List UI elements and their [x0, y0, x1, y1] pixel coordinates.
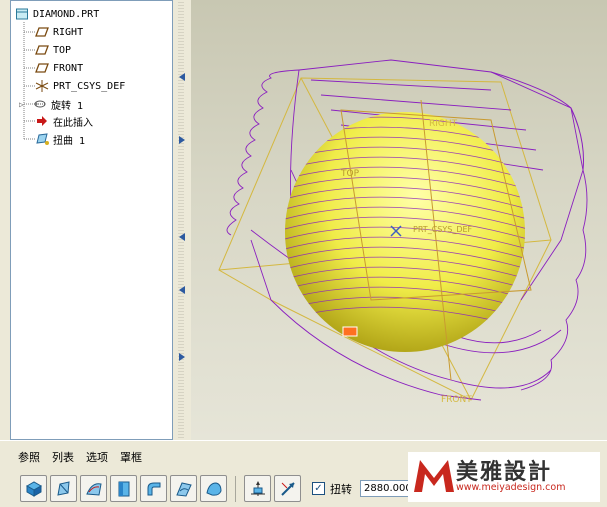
splitter-arrow-icon[interactable] — [178, 285, 186, 295]
stretch-tool-icon — [118, 481, 129, 496]
model-graphics: RIGHT FRONT TOP PRT_CSYS_DEF — [218, 59, 588, 405]
tree-item-label: PRT_CSYS_DEF — [53, 80, 126, 92]
warp-tool-button[interactable] — [50, 475, 77, 502]
sculpt-tool-icon — [205, 481, 222, 496]
graphics-viewport[interactable]: RIGHT FRONT TOP PRT_CSYS_DEF — [191, 0, 607, 440]
splitter-arrow-icon[interactable] — [178, 352, 186, 362]
twist-checkbox[interactable]: ✓ 扭转 — [312, 481, 352, 497]
twist-tool-icon — [175, 481, 192, 497]
warp-toolbar: ✓ 扭转 — [20, 475, 418, 502]
tree-item-top[interactable]: TOP — [35, 42, 71, 58]
tree-root-part[interactable]: DIAMOND.PRT — [15, 6, 99, 22]
expand-arrow-icon[interactable]: ▷ — [19, 100, 29, 109]
logo-url: www.meiyadesign.com — [456, 482, 566, 493]
transform-tool-icon — [25, 480, 42, 497]
datum-plane-icon — [35, 25, 49, 39]
tree-item-label: 旋转 1 — [51, 100, 84, 112]
tree-item-label: FRONT — [53, 62, 84, 74]
bend-tool-button[interactable] — [140, 475, 167, 502]
stretch-tool-button[interactable] — [110, 475, 137, 502]
splitter-grip[interactable] — [178, 0, 184, 440]
tree-item-insert-here[interactable]: 在此插入 — [35, 113, 93, 129]
label-top-plane: TOP — [340, 169, 360, 179]
tree-item-label: TOP — [53, 44, 72, 56]
warp-tool-icon — [56, 480, 70, 496]
tab-references[interactable]: 参照 — [18, 449, 40, 465]
pane-splitter[interactable] — [173, 0, 191, 440]
insert-here-arrow-icon — [35, 114, 49, 128]
coordinate-system-icon — [35, 79, 49, 93]
tree-item-label: RIGHT — [53, 26, 84, 38]
tree-item-revolve[interactable]: ▷ 旋转 1 — [19, 96, 83, 112]
splitter-arrow-icon[interactable] — [178, 72, 186, 82]
tab-list[interactable]: 列表 — [52, 449, 74, 465]
label-front-plane: FRONT — [441, 395, 472, 405]
tab-options[interactable]: 选项 — [86, 449, 108, 465]
tree-item-warp[interactable]: 扭曲 1 — [35, 131, 85, 147]
bend-tool-icon — [147, 482, 160, 495]
dashboard-tabs: 参照 列表 选项 罩框 — [18, 449, 142, 465]
transform-tool-button[interactable] — [20, 475, 47, 502]
tree-root-label: DIAMOND.PRT — [33, 8, 100, 20]
spine-tool-icon — [85, 482, 102, 496]
tree-item-label: 在此插入 — [53, 117, 93, 129]
splitter-arrow-icon[interactable] — [178, 135, 186, 145]
spine-tool-button[interactable] — [80, 475, 107, 502]
tree-item-csys[interactable]: PRT_CSYS_DEF — [35, 78, 125, 94]
logo-mark-icon — [414, 460, 454, 492]
sculpt-tool-button[interactable] — [200, 475, 227, 502]
tree-item-label: 扭曲 1 — [53, 135, 86, 147]
tree-item-front[interactable]: FRONT — [35, 60, 83, 76]
label-right-plane: RIGHT — [429, 119, 458, 129]
warp-drag-handle[interactable] — [342, 326, 358, 337]
warp-icon — [35, 132, 49, 146]
direction-icon — [280, 481, 295, 496]
tree-item-right[interactable]: RIGHT — [35, 24, 83, 40]
splitter-arrow-icon[interactable] — [178, 232, 186, 242]
brand-logo: 美雅設計 www.meiyadesign.com — [408, 452, 600, 502]
tab-marquee[interactable]: 罩框 — [120, 449, 142, 465]
toolbar-separator — [235, 475, 236, 502]
reorient-button[interactable] — [244, 475, 271, 502]
twist-checkbox-label: 扭转 — [330, 482, 352, 496]
datum-plane-icon — [35, 43, 49, 57]
direction-button[interactable] — [274, 475, 301, 502]
label-csys: PRT_CSYS_DEF — [413, 225, 473, 234]
wireframe-edge — [490, 71, 584, 171]
twist-tool-button[interactable] — [170, 475, 197, 502]
model-tree-panel: DIAMOND.PRT RIGHT TOP FRONT PRT_CSYS_DEF… — [10, 0, 173, 440]
revolve-icon — [33, 97, 47, 111]
datum-plane-icon — [35, 61, 49, 75]
checkbox-checked-icon[interactable]: ✓ — [312, 482, 325, 495]
reorient-icon — [250, 480, 265, 496]
part-icon — [15, 7, 29, 21]
